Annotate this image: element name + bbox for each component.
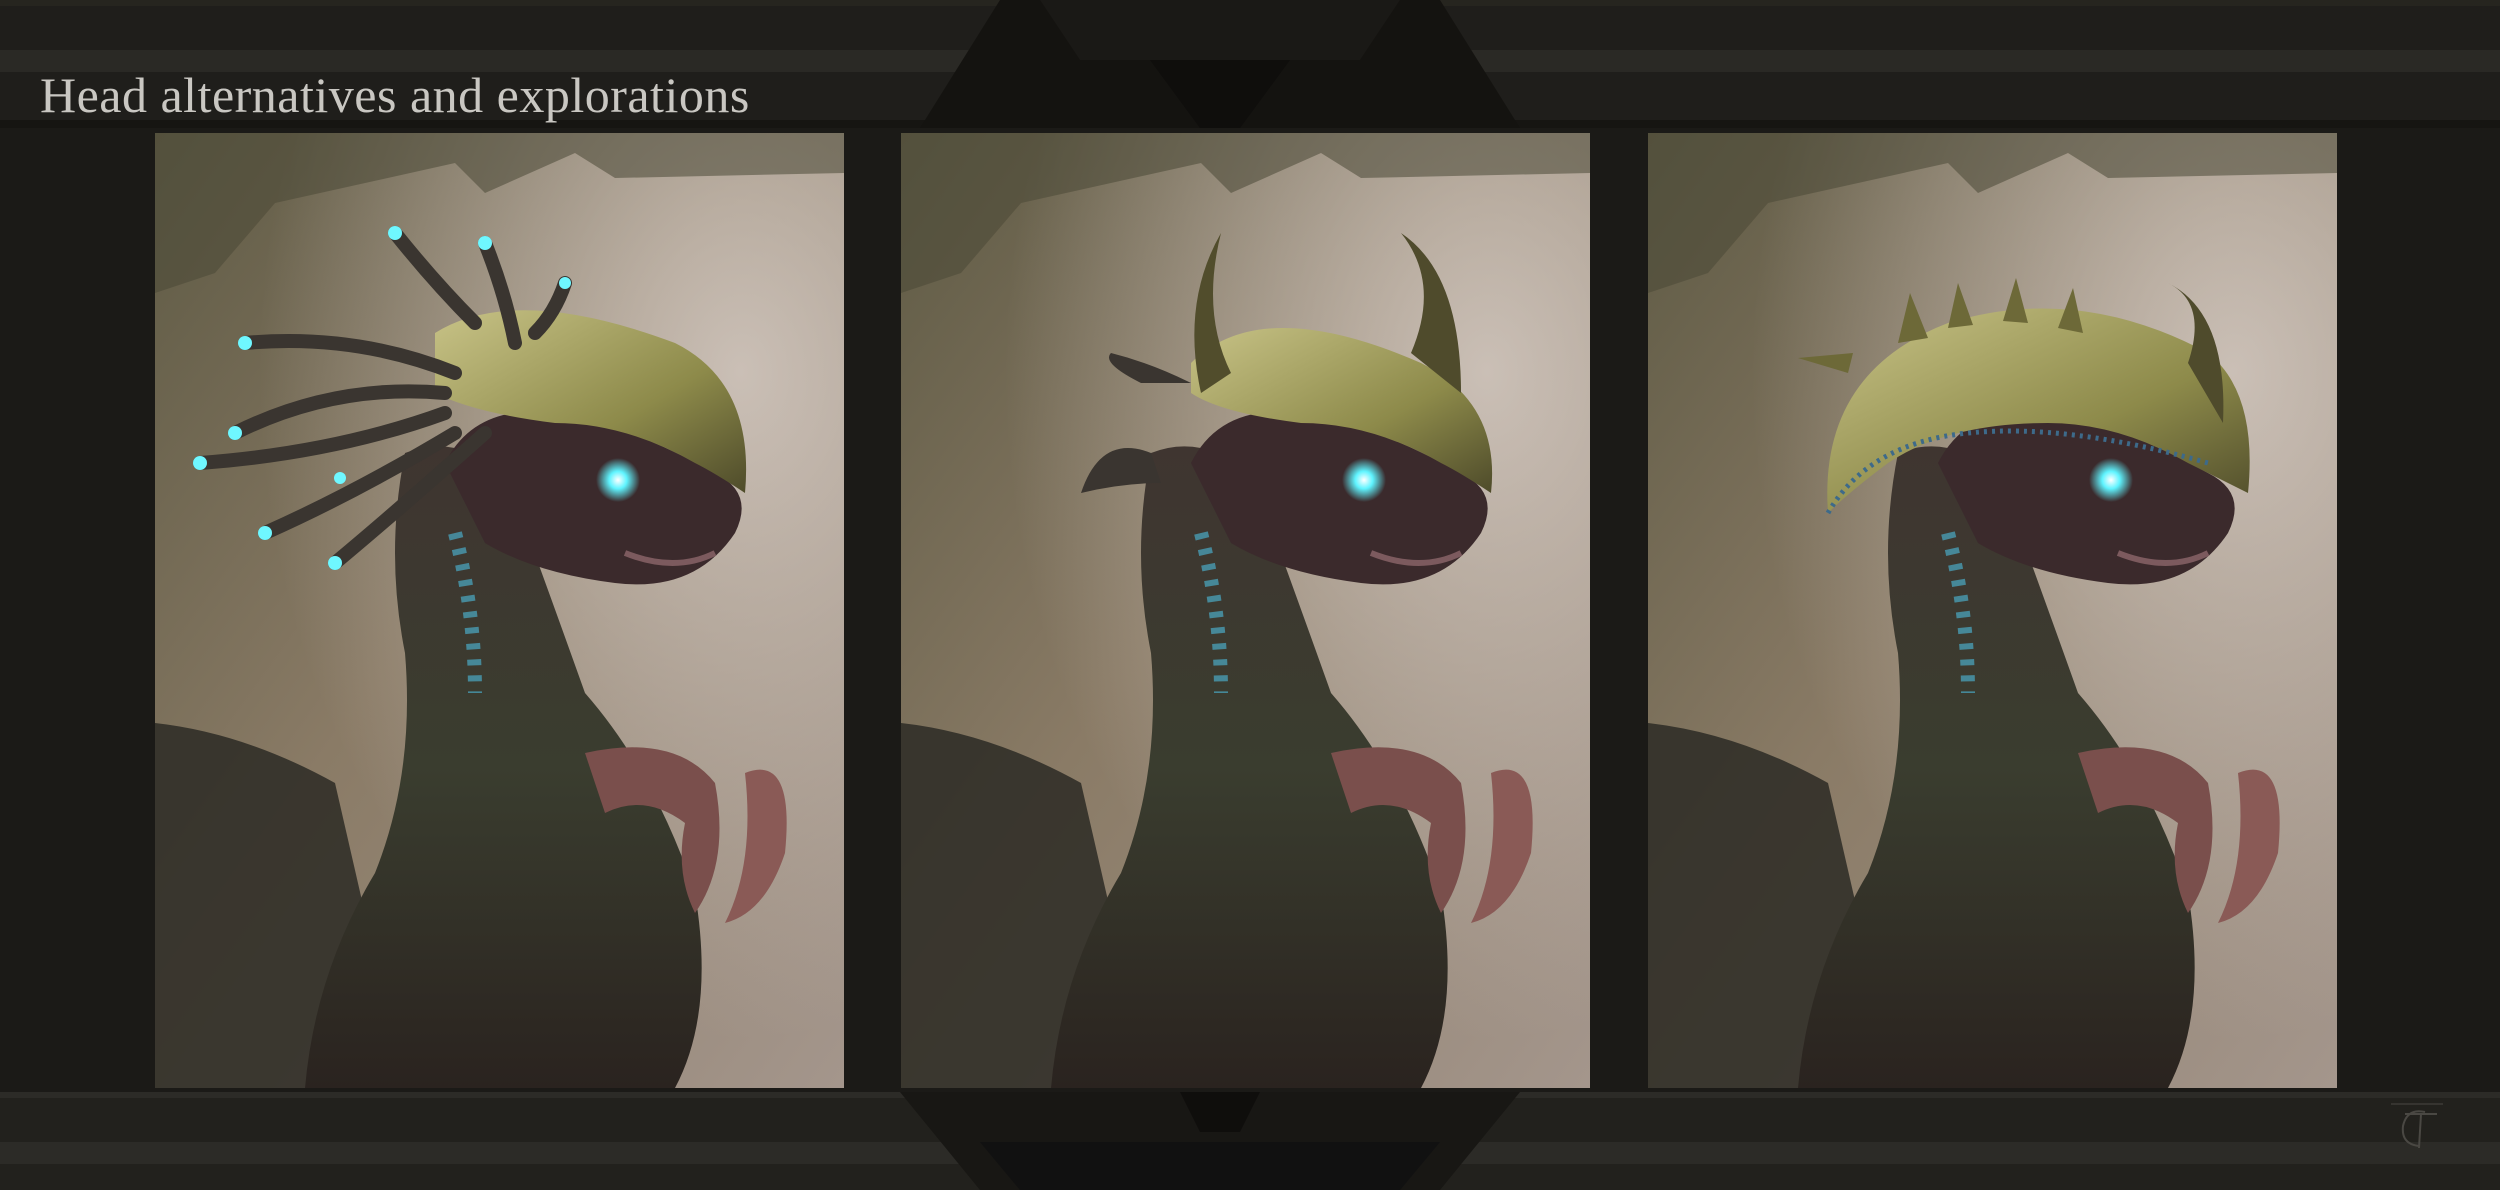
creature-horned-crest-image — [901, 133, 1590, 1088]
creature-helmet-crest-image — [1648, 133, 2337, 1088]
footer-chevron-ornament — [900, 1092, 1520, 1190]
creature-tentacle-crest-image — [155, 133, 844, 1088]
artwork-panel — [901, 133, 1590, 1088]
artwork-panel — [155, 133, 844, 1088]
artwork-panel — [1648, 133, 2337, 1088]
artist-signature-icon — [2391, 1103, 2443, 1149]
page-title: Head alternatives and explorations — [40, 67, 750, 123]
